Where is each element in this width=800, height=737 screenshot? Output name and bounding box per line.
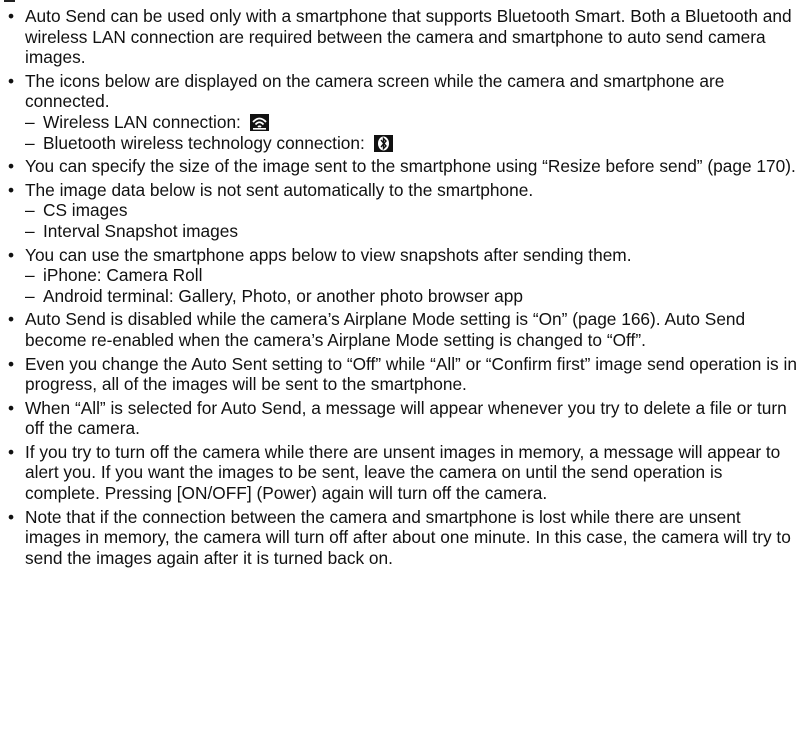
dash: – xyxy=(25,200,35,221)
bullet: • xyxy=(8,6,15,26)
note-text: You can specify the size of the image se… xyxy=(25,156,796,177)
sub-item-android: – Android terminal: Gallery, Photo, or a… xyxy=(25,286,800,307)
note-all-selected-message: • When “All” is selected for Auto Send, … xyxy=(0,398,800,439)
bullet: • xyxy=(8,156,15,177)
sub-item-wireless-lan: – Wireless LAN connection: xyxy=(25,112,800,133)
note-text: You can use the smartphone apps below to… xyxy=(25,244,632,265)
dash: – xyxy=(25,285,35,306)
bullet: • xyxy=(8,70,15,91)
sub-item-text: Wireless LAN connection: xyxy=(43,111,241,132)
note-text: The icons below are displayed on the cam… xyxy=(25,70,725,112)
dash: – xyxy=(25,132,35,153)
dash: – xyxy=(25,265,35,286)
note-text: When “All” is selected for Auto Send, a … xyxy=(25,397,787,439)
dash: – xyxy=(25,220,35,241)
note-connection-icons: • The icons below are displayed on the c… xyxy=(0,71,800,153)
sub-item-bluetooth: – Bluetooth wireless technology connecti… xyxy=(25,133,800,154)
sub-item-text: Interval Snapshot images xyxy=(43,220,239,241)
note-resize-before-send: • You can specify the size of the image … xyxy=(0,156,800,177)
bullet: • xyxy=(8,309,15,330)
wireless-lan-icon xyxy=(249,113,269,131)
bullet: • xyxy=(8,506,15,527)
bullet: • xyxy=(8,179,15,200)
sub-item-text: Android terminal: Gallery, Photo, or ano… xyxy=(43,285,523,306)
note-text: Note that if the connection between the … xyxy=(25,506,791,568)
sub-item-iphone: – iPhone: Camera Roll xyxy=(25,265,800,286)
note-airplane-mode: • Auto Send is disabled while the camera… xyxy=(0,309,800,350)
note-smartphone-apps: • You can use the smartphone apps below … xyxy=(0,245,800,307)
sub-item-cs-images: – CS images xyxy=(25,200,800,221)
sub-item-text: Bluetooth wireless technology connection… xyxy=(43,132,365,153)
note-text: If you try to turn off the camera while … xyxy=(25,441,781,504)
sub-item-text: CS images xyxy=(43,200,128,221)
dash: – xyxy=(25,111,35,132)
page-top-rule xyxy=(4,0,15,2)
note-setting-change-in-progress: • Even you change the Auto Sent setting … xyxy=(0,354,800,395)
bullet: • xyxy=(8,353,15,374)
note-auto-send-requirements: • Auto Send can be used only with a smar… xyxy=(0,6,800,68)
note-unsent-images-power-off: • If you try to turn off the camera whil… xyxy=(0,442,800,504)
note-text: Even you change the Auto Sent setting to… xyxy=(25,353,797,395)
note-text: Auto Send can be used only with a smartp… xyxy=(25,6,792,68)
sub-list: – Wireless LAN connection: – Bluetooth w… xyxy=(25,112,800,153)
sub-item-text: iPhone: Camera Roll xyxy=(43,265,203,286)
note-text: The image data below is not sent automat… xyxy=(25,179,534,200)
sub-list: – iPhone: Camera Roll – Android terminal… xyxy=(25,265,800,306)
note-connection-lost: • Note that if the connection between th… xyxy=(0,507,800,569)
bullet: • xyxy=(8,441,15,462)
note-text: Auto Send is disabled while the camera’s… xyxy=(25,309,746,350)
sub-item-interval-snapshot: – Interval Snapshot images xyxy=(25,221,800,242)
notes-list: • Auto Send can be used only with a smar… xyxy=(0,6,800,571)
bullet: • xyxy=(8,397,15,418)
sub-list: – CS images – Interval Snapshot images xyxy=(25,200,800,241)
bullet: • xyxy=(8,244,15,265)
bluetooth-icon xyxy=(373,134,393,152)
note-not-sent-data: • The image data below is not sent autom… xyxy=(0,180,800,242)
